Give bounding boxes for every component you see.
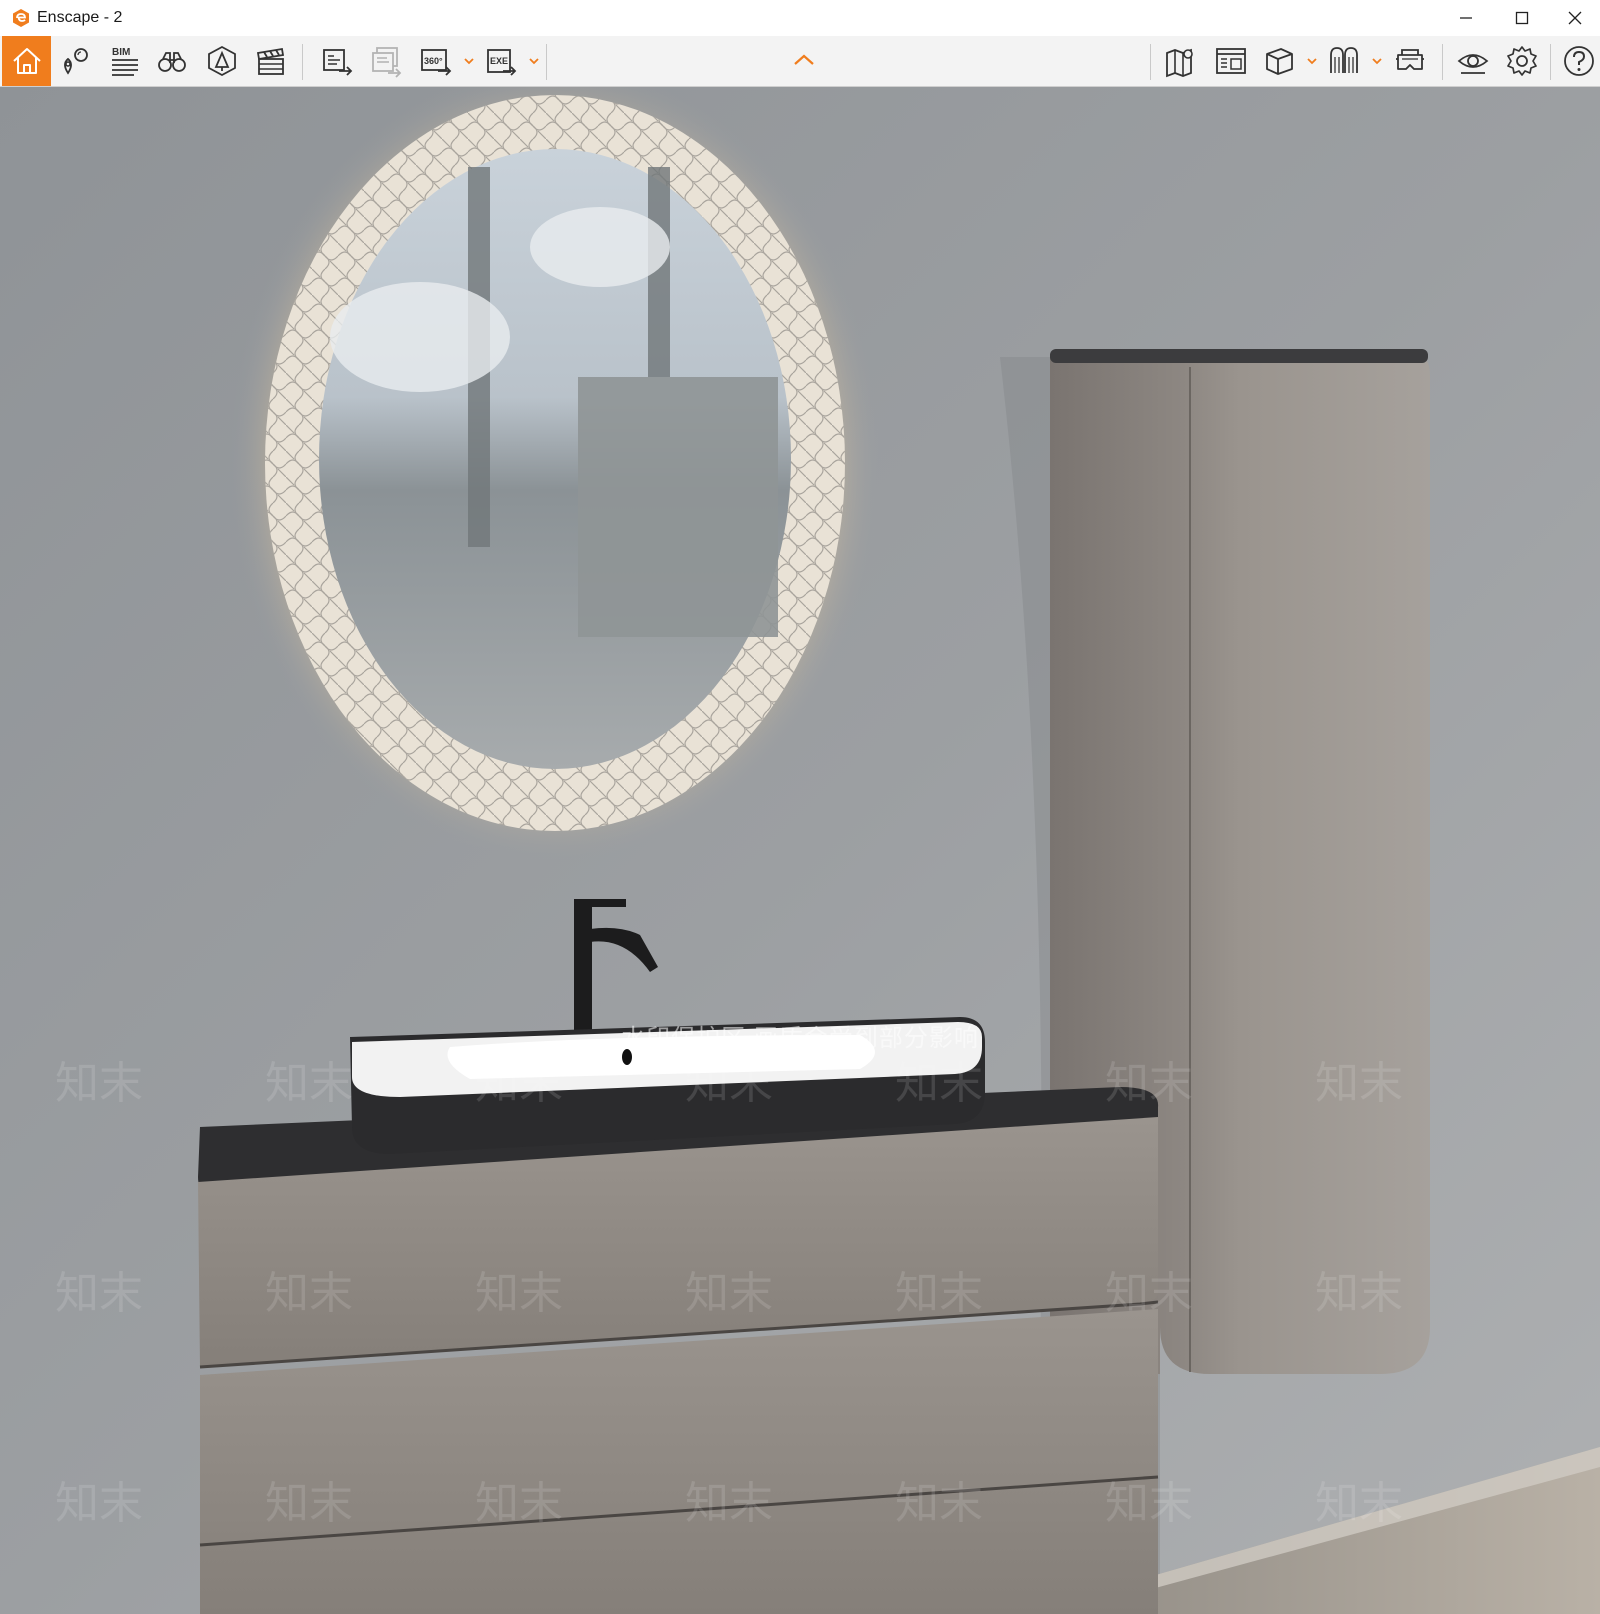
video-editor-button[interactable] <box>247 37 295 85</box>
cube-view-button[interactable] <box>1255 37 1303 85</box>
screenshot-export-button[interactable] <box>313 37 361 85</box>
maximize-icon <box>1515 11 1529 25</box>
toolbar-separator <box>1550 44 1551 80</box>
material-editor-dropdown-icon[interactable] <box>1370 54 1384 68</box>
batch-render-icon <box>372 47 402 78</box>
vr-headset-button[interactable] <box>1386 37 1434 85</box>
exe-label: EXE <box>490 56 508 66</box>
render-viewport[interactable]: 水印保护区 画质会受到部分影响 知末 知末 知末 知末 知末 知末 知末 知末 … <box>0 87 1600 1614</box>
bim-info-button[interactable]: BIM <box>100 37 148 85</box>
toolbar-separator <box>1442 44 1443 80</box>
asset-library-button[interactable] <box>198 37 246 85</box>
bim-label: BIM <box>112 47 130 58</box>
cube-view-dropdown-icon[interactable] <box>1305 54 1319 68</box>
vr-headset-icon <box>1396 49 1424 70</box>
map-button[interactable] <box>1157 37 1205 85</box>
screenshot-export-icon <box>323 49 353 76</box>
settings-button[interactable] <box>1498 37 1546 85</box>
cube-view-icon <box>1266 48 1293 75</box>
minimize-icon <box>1460 17 1472 19</box>
views-icon <box>64 48 88 75</box>
material-editor-button[interactable] <box>1320 37 1368 85</box>
toolbar-separator <box>302 44 303 80</box>
binoculars-icon <box>158 52 186 72</box>
binoculars-button[interactable] <box>148 37 196 85</box>
enscape-logo-icon <box>13 9 29 27</box>
rendered-bathroom-scene <box>0 87 1600 1614</box>
help-icon <box>1563 46 1594 76</box>
toolbar-separator <box>1150 44 1151 80</box>
chevron-up-icon[interactable] <box>792 50 816 70</box>
toolbar-separator <box>546 44 547 80</box>
exe-export-button[interactable]: EXE <box>477 37 525 85</box>
minimize-button[interactable] <box>1438 0 1494 36</box>
views-button[interactable] <box>52 37 100 85</box>
panorama-icon: 360° <box>421 49 452 76</box>
atmosphere-icon <box>1216 48 1246 74</box>
material-editor-icon <box>1330 47 1358 73</box>
exe-dropdown-icon[interactable] <box>527 54 541 68</box>
panorama-label: 360° <box>424 56 443 66</box>
home-button[interactable] <box>2 36 51 86</box>
panorama-dropdown-icon[interactable] <box>462 54 476 68</box>
asset-library-icon <box>208 45 236 77</box>
maximize-button[interactable] <box>1494 0 1550 36</box>
map-icon <box>1166 48 1193 78</box>
window-title: Enscape - 2 <box>37 9 123 26</box>
main-toolbar: BIM 360° EXE <box>0 36 1600 87</box>
visual-settings-icon <box>1457 54 1489 74</box>
video-editor-icon <box>256 47 285 75</box>
exe-export-icon: EXE <box>487 49 517 76</box>
visual-settings-button[interactable] <box>1449 37 1497 85</box>
title-bar: Enscape - 2 <box>0 0 1600 36</box>
close-icon <box>1568 11 1582 25</box>
batch-render-button[interactable] <box>362 37 410 85</box>
panorama-button[interactable]: 360° <box>412 37 460 85</box>
home-icon <box>12 48 41 74</box>
help-button[interactable] <box>1557 37 1600 85</box>
atmosphere-button[interactable] <box>1207 37 1255 85</box>
bim-info-icon: BIM <box>112 47 138 76</box>
settings-gear-icon <box>1507 46 1537 76</box>
close-button[interactable] <box>1550 0 1600 36</box>
